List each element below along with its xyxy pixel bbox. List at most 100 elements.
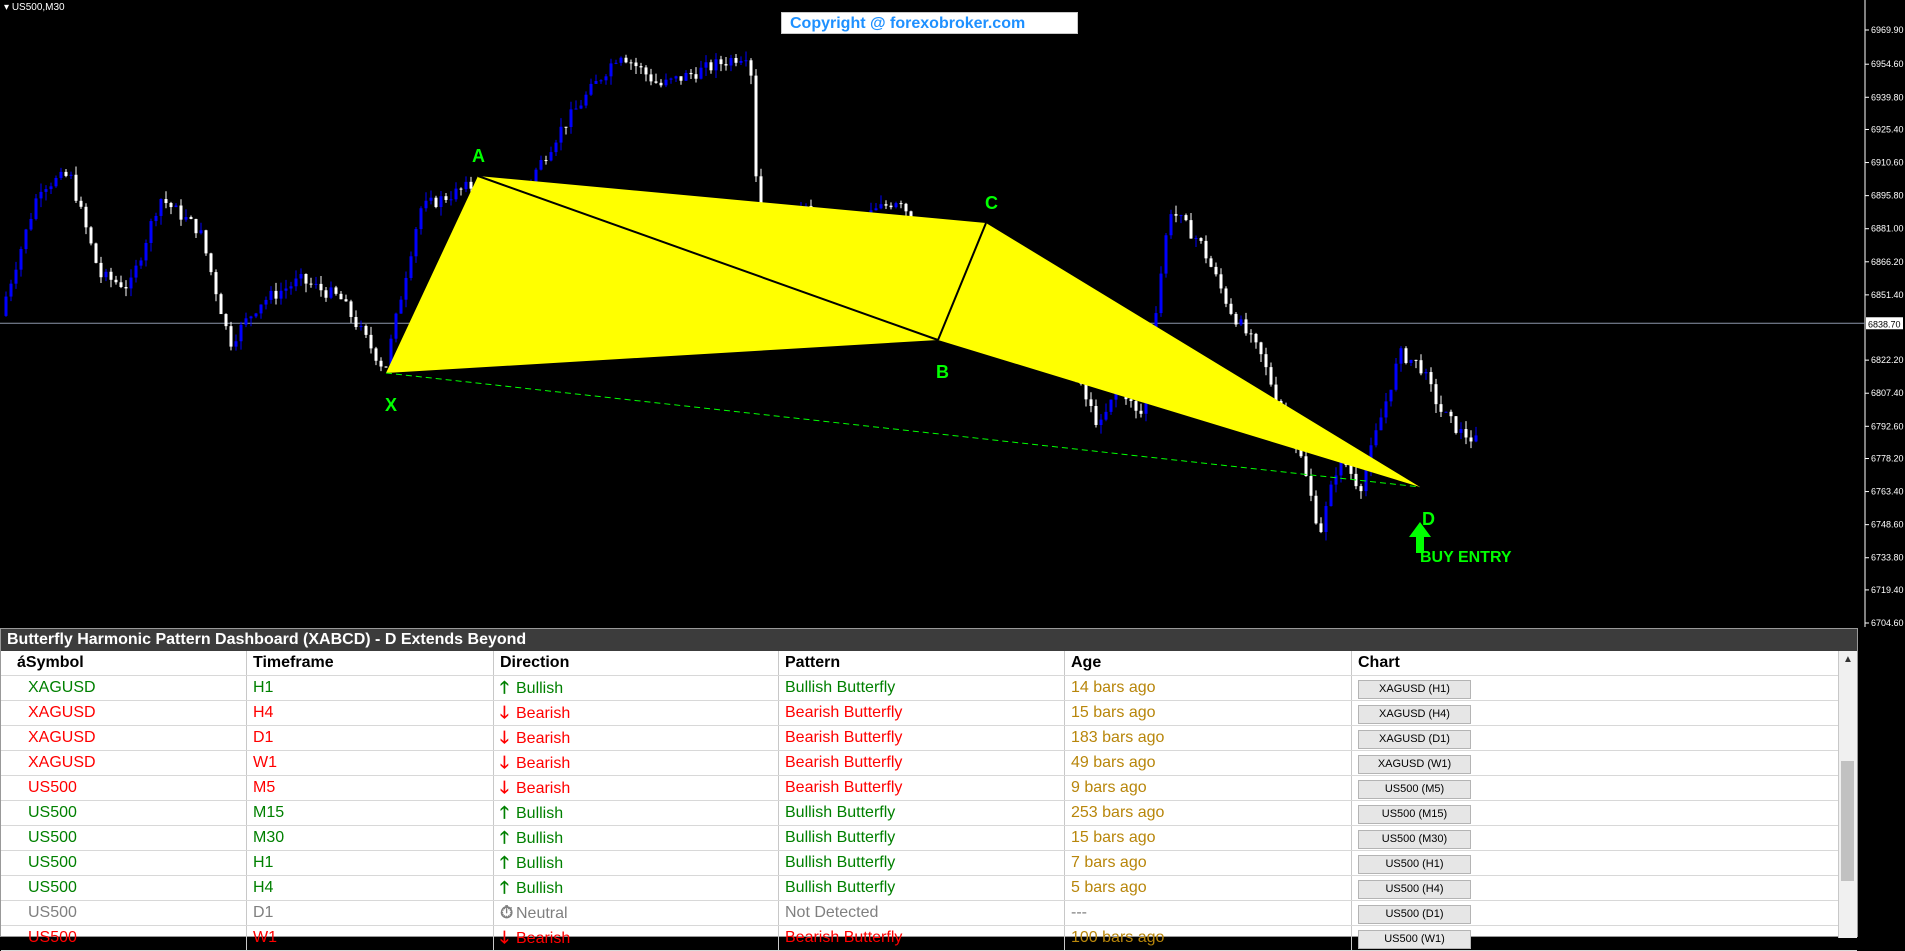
candle-body <box>609 63 613 77</box>
candle-body <box>1234 313 1238 325</box>
candle-body <box>329 287 333 298</box>
candle-body <box>1209 258 1213 267</box>
table-row[interactable]: US500 W1 🡓 Bearish Bearish Butterfly 100 bars… <box>1 926 1857 951</box>
candle-body <box>1099 419 1103 425</box>
open-chart-button[interactable]: US500 (M30) <box>1358 830 1471 849</box>
cell-chart: XAGUSD (D1) <box>1352 726 1839 750</box>
header-chart[interactable]: Chart <box>1352 651 1839 675</box>
candle-body <box>744 60 748 62</box>
candle-body <box>429 197 433 201</box>
candle-body <box>269 290 273 300</box>
scroll-up-icon[interactable]: ▲ <box>1839 651 1857 669</box>
candle-body <box>1129 399 1133 402</box>
price-chart[interactable]: 6969.90 6954.60 6939.80 6925.40 6910.60 6895.… <box>0 0 1905 627</box>
candle-body <box>709 62 713 71</box>
cell-pattern: Bullish Butterfly <box>779 801 1065 825</box>
candle-body <box>209 253 213 273</box>
table-row[interactable]: US500 H1 🡑 Bullish Bullish Butterfly 7 bars a… <box>1 851 1857 876</box>
candle-body <box>1384 401 1388 418</box>
candle-body <box>309 283 313 285</box>
table-row[interactable]: XAGUSD W1 🡓 Bearish Bearish Butterfly 49 bars… <box>1 751 1857 776</box>
candle-body <box>1364 468 1368 492</box>
table-row[interactable]: XAGUSD D1 🡓 Bearish Bearish Butterfly 183 bar… <box>1 726 1857 751</box>
open-chart-button[interactable]: XAGUSD (H1) <box>1358 680 1471 699</box>
header-timeframe[interactable]: Timeframe <box>247 651 494 675</box>
cell-symbol: US500 <box>1 851 247 875</box>
candle-body <box>689 72 693 75</box>
candle-body <box>59 171 63 178</box>
open-chart-button[interactable]: XAGUSD (D1) <box>1358 730 1471 749</box>
candle-body <box>734 57 738 63</box>
vertical-scrollbar[interactable]: ▲ <box>1838 651 1857 938</box>
cell-pattern: Bearish Butterfly <box>779 926 1065 950</box>
candle-body <box>1324 506 1328 533</box>
candle-body <box>379 360 383 367</box>
candle-body <box>1379 417 1383 431</box>
pattern-label-d: D <box>1422 509 1435 529</box>
candle-body <box>164 199 168 204</box>
table-row[interactable]: US500 M15 🡑 Bullish Bullish Butterfly 253 bar… <box>1 801 1857 826</box>
candle-body <box>664 79 668 86</box>
candle-body <box>584 94 588 106</box>
candle-body <box>289 286 293 289</box>
candle-body <box>1134 401 1138 411</box>
open-chart-button[interactable]: US500 (W1) <box>1358 930 1471 949</box>
candle-body <box>1219 274 1223 289</box>
cell-symbol: XAGUSD <box>1 751 247 775</box>
cell-age: 183 bars ago <box>1065 726 1352 750</box>
scroll-thumb[interactable] <box>1841 761 1854 881</box>
candle-body <box>874 208 878 211</box>
candle-body <box>549 152 553 161</box>
table-row[interactable]: US500 M5 🡓 Bearish Bearish Butterfly 9 bars a… <box>1 776 1857 801</box>
candle-body <box>704 62 708 68</box>
open-chart-button[interactable]: US500 (D1) <box>1358 905 1471 924</box>
candle-body <box>234 341 238 347</box>
open-chart-button[interactable]: US500 (M5) <box>1358 780 1471 799</box>
cell-age: 9 bars ago <box>1065 776 1352 800</box>
candle-body <box>1454 416 1458 433</box>
cell-timeframe: H1 <box>247 851 494 875</box>
candle-body <box>1404 348 1408 363</box>
table-row[interactable]: XAGUSD H4 🡓 Bearish Bearish Butterfly 15 bars… <box>1 701 1857 726</box>
open-chart-button[interactable]: US500 (M15) <box>1358 805 1471 824</box>
current-price-label: 6838.70 <box>1868 319 1901 329</box>
candle-body <box>1424 372 1428 374</box>
header-direction[interactable]: Direction <box>494 651 779 675</box>
header-symbol[interactable]: áSymbol <box>1 651 247 675</box>
header-pattern[interactable]: Pattern <box>779 651 1065 675</box>
candle-body <box>599 80 603 82</box>
candle-body <box>1199 238 1203 241</box>
price-axis-label: 6822.20 <box>1871 355 1904 365</box>
candle-body <box>1109 399 1113 412</box>
candle-body <box>314 283 318 285</box>
candle-body <box>1309 476 1313 496</box>
direction-arrow-icon: 🡓 <box>500 928 509 947</box>
table-row[interactable]: US500 M30 🡑 Bullish Bullish Butterfly 15 bars… <box>1 826 1857 851</box>
direction-text: Bearish <box>516 930 571 947</box>
table-row[interactable]: US500 H4 🡑 Bullish Bullish Butterfly 5 bars a… <box>1 876 1857 901</box>
header-age[interactable]: Age <box>1065 651 1352 675</box>
direction-text: Bearish <box>516 730 571 747</box>
direction-text: Bullish <box>516 880 564 897</box>
chart-canvas[interactable]: 6969.90 6954.60 6939.80 6925.40 6910.60 6895.… <box>0 0 1905 627</box>
candle-body <box>274 290 278 299</box>
candle-body <box>129 277 133 289</box>
open-chart-button[interactable]: XAGUSD (W1) <box>1358 755 1471 774</box>
candle-body <box>729 57 733 66</box>
cell-timeframe: D1 <box>247 726 494 750</box>
cell-age: 14 bars ago <box>1065 676 1352 700</box>
candle-body <box>1459 429 1463 433</box>
candle-body <box>544 160 548 162</box>
open-chart-button[interactable]: US500 (H1) <box>1358 855 1471 874</box>
candle-body <box>604 76 608 81</box>
direction-arrow-icon: 🡑 <box>500 678 509 697</box>
candle-body <box>894 203 898 208</box>
candle-body <box>444 196 448 200</box>
open-chart-button[interactable]: XAGUSD (H4) <box>1358 705 1471 724</box>
cell-symbol: US500 <box>1 926 247 950</box>
table-row[interactable]: US500 D1 ⏱ Neutral Not Detected --- US500 (D1) <box>1 901 1857 926</box>
candle-body <box>534 169 538 182</box>
open-chart-button[interactable]: US500 (H4) <box>1358 880 1471 899</box>
table-row[interactable]: XAGUSD H1 🡑 Bullish Bullish Butterfly 14 bars… <box>1 676 1857 701</box>
candle-body <box>459 188 463 190</box>
